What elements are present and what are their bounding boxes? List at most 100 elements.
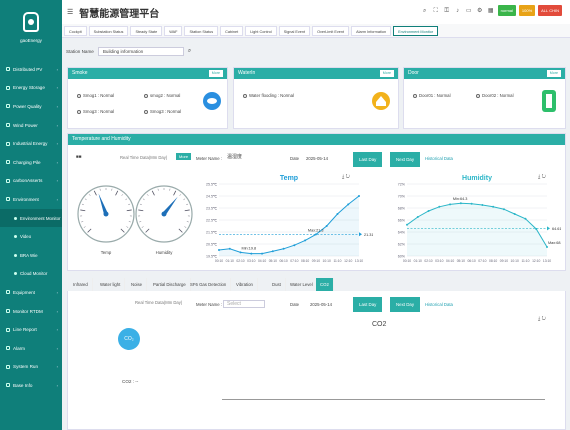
chevron-icon: › — [56, 327, 58, 333]
sidebar-item-label: carbonAsserts — [13, 178, 43, 184]
status-badge-percent[interactable]: 100% — [518, 5, 536, 16]
co2-card: Real Time Data(Mm Day) Meter Name : Sele… — [67, 291, 566, 430]
fullscreen-icon[interactable]: ⛶ — [432, 7, 440, 15]
sensor-tab[interactable]: Partial Discharge — [149, 278, 191, 291]
more-tab-button[interactable]: More — [176, 153, 192, 160]
sidebar-item-label: Charging Pile — [13, 159, 41, 165]
y-tick-label: 70% — [398, 195, 406, 199]
sidebar-item[interactable]: Industrial Energy › — [0, 134, 62, 153]
station-input[interactable]: Building information — [97, 47, 184, 56]
sidebar-item[interactable]: Monitor RTDM › — [0, 302, 62, 321]
page-tab[interactable]: Cockpit — [64, 25, 87, 36]
sidebar-item[interactable]: Alarm › — [0, 339, 62, 358]
data-point — [492, 205, 495, 208]
page-tab[interactable]: Station Status — [184, 25, 219, 36]
data-point — [271, 250, 274, 253]
sidebar-item-label: Video — [20, 234, 32, 240]
co2-realtime-tab[interactable]: Real Time Data(Mm Day) — [135, 300, 182, 305]
sensor-tab[interactable]: Dust — [268, 278, 286, 291]
page-tab[interactable]: Signal Event — [278, 25, 311, 36]
page-tab[interactable]: WAF — [164, 25, 183, 36]
sidebar-item[interactable]: BRA Wie — [0, 246, 62, 265]
co2-tools-icon[interactable]: ⤓ ↻ — [538, 316, 546, 322]
page-tabs: Cockpit Substation Status Steady State WAF S… — [62, 24, 570, 38]
sensor-tab[interactable]: SF6 Gas Detection — [186, 278, 232, 291]
sensor-tab[interactable]: Water light — [96, 278, 126, 291]
sensor-tab[interactable]: Vibration — [232, 278, 258, 291]
menu-item-icon — [14, 253, 17, 257]
page-tab[interactable]: Steady State — [130, 25, 163, 36]
menu-item-icon — [6, 290, 10, 295]
sidebar-item[interactable]: Base Info › — [0, 376, 62, 395]
smoke-more-button[interactable]: More — [208, 70, 223, 77]
sidebar-item[interactable]: Video — [0, 227, 62, 246]
page-tab[interactable]: Alarm Information — [351, 25, 392, 36]
settings-icon[interactable]: ⚙ — [476, 7, 484, 15]
co2-date-input[interactable]: 2025-05-14 — [310, 302, 332, 307]
screen-icon[interactable]: ▭ — [465, 7, 473, 15]
lock-icon[interactable]: ⚿ — [443, 7, 451, 15]
sidebar-item[interactable]: Equipment › — [0, 283, 62, 302]
data-point — [293, 244, 296, 247]
data-point — [358, 195, 360, 197]
co2-value: CO2 : -- — [122, 379, 139, 384]
sidebar-item[interactable]: Charging Pile › — [0, 153, 62, 172]
waterin-more-button[interactable]: More — [379, 70, 394, 77]
waterin-item: Water flooding : Normal — [249, 93, 294, 98]
sidebar-item[interactable]: Line Report › — [0, 320, 62, 339]
smoke-status-icon — [144, 109, 148, 114]
door-more-button[interactable]: More — [546, 70, 561, 77]
co2-meter-select[interactable]: Select — [223, 300, 265, 308]
menu-item-icon — [6, 85, 10, 90]
sidebar-item[interactable]: Environment › — [0, 190, 62, 209]
sidebar-item[interactable]: carbonAsserts › — [0, 172, 62, 191]
realtime-tab[interactable]: Real Time Data(Mm Day) — [120, 155, 167, 160]
page-tab[interactable]: Light Control — [245, 25, 277, 36]
menu-item-icon — [6, 178, 10, 183]
status-badge-alarm[interactable]: ALL CHIN — [538, 5, 562, 16]
door-sensor-icon — [542, 90, 556, 112]
menu-toggle-icon[interactable]: ☰ — [67, 8, 73, 16]
sidebar-item[interactable]: Environment Monitor — [0, 208, 62, 228]
sensor-tab[interactable]: Infrared — [69, 278, 93, 291]
x-tick-label: 04:10 — [258, 259, 266, 263]
search-icon[interactable]: ⌕ — [421, 7, 429, 15]
sidebar-item-label: Monitor RTDM — [13, 308, 43, 314]
page-tab[interactable]: Environment Monitor — [393, 25, 439, 36]
grid-icon[interactable]: ▦ — [487, 7, 495, 15]
sidebar-item[interactable]: Wind Power › — [0, 116, 62, 135]
date-input[interactable]: 2025-05-14 — [306, 156, 328, 161]
y-tick-label: 19.5℃ — [206, 255, 218, 259]
y-tick-label: 22.5℃ — [206, 219, 218, 223]
page-tab[interactable]: Cabinet — [220, 25, 244, 36]
last-day-button[interactable]: Last Day — [353, 152, 383, 167]
status-badge-normal[interactable]: normal — [497, 5, 516, 16]
x-tick-label: 13:10 — [355, 259, 363, 263]
sidebar-item[interactable]: Power Quality › — [0, 97, 62, 116]
sensor-tab[interactable]: CO2 — [316, 278, 334, 291]
page-tab[interactable]: Substation Status — [88, 25, 129, 36]
historical-data-link[interactable]: Historical Data — [425, 156, 453, 161]
meter-select[interactable]: 温湿度 — [224, 154, 246, 162]
x-tick-label: 11:10 — [333, 259, 341, 263]
sensor-tab[interactable]: Water Level — [286, 278, 318, 291]
x-tick-label: 10:10 — [511, 259, 519, 263]
sound-icon[interactable]: ♪ — [454, 7, 462, 15]
page-tab[interactable]: OverLimit Event — [312, 25, 350, 36]
next-day-button[interactable]: Next Day — [390, 152, 421, 167]
search-icon[interactable]: ⌕ — [188, 48, 191, 55]
sidebar-item[interactable]: Energy Storage › — [0, 79, 62, 98]
data-point — [438, 205, 441, 208]
co2-next-day-button[interactable]: Next Day — [390, 297, 421, 312]
sidebar-item[interactable]: Distributed PV › — [0, 60, 62, 79]
sensor-tab[interactable]: Noise — [127, 278, 147, 291]
station-filter: Station Name Building information ⌕ — [66, 47, 191, 56]
smoke-status-icon — [77, 93, 81, 98]
door-status-icon — [476, 93, 480, 98]
co2-last-day-button[interactable]: Last Day — [353, 297, 383, 312]
co2-historical-link[interactable]: Historical Data — [425, 302, 453, 307]
sidebar-item[interactable]: System Run › — [0, 358, 62, 377]
smoke-item: Smog3 : Normal — [150, 109, 182, 114]
chevron-icon: › — [56, 141, 58, 147]
sidebar-item[interactable]: Cloud Monitor — [0, 265, 62, 284]
